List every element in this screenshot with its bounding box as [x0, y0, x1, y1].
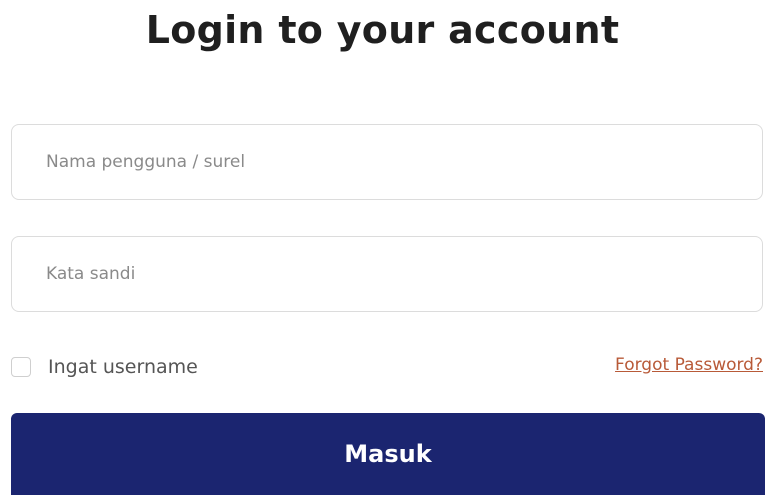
username-input[interactable] — [12, 125, 762, 199]
remember-checkbox[interactable] — [11, 357, 31, 377]
username-field[interactable] — [11, 124, 763, 200]
login-button[interactable]: Masuk — [11, 413, 765, 495]
page-title: Login to your account — [145, 8, 620, 52]
password-input[interactable] — [12, 237, 762, 311]
forgot-password-link[interactable]: Forgot Password? — [615, 355, 763, 375]
password-field[interactable] — [11, 236, 763, 312]
remember-label: Ingat username — [48, 356, 198, 378]
remember-username[interactable]: Ingat username — [11, 353, 198, 381]
